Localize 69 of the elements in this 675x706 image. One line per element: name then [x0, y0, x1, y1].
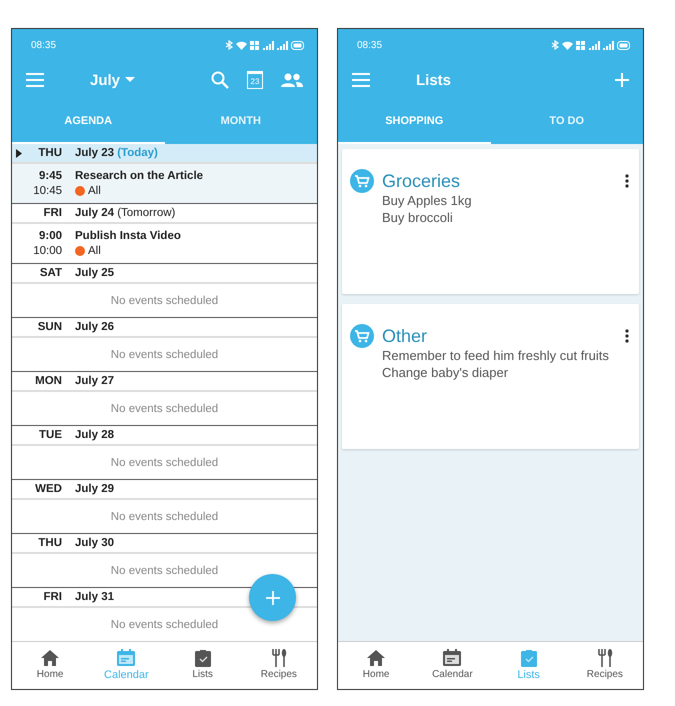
empty-message: No events scheduled [110, 510, 220, 524]
empty-message: No events scheduled [110, 348, 220, 362]
pointer-icon [16, 149, 22, 158]
empty-message: No events scheduled [110, 564, 220, 578]
nav-item[interactable]: Home [338, 642, 414, 689]
list-card[interactable]: Groceries Buy Apples 1kg Buy broccoli [342, 149, 639, 294]
signal-icon [263, 40, 274, 50]
bluetooth-icon [551, 40, 559, 50]
people-icon[interactable] [281, 73, 303, 87]
screen-title: Lists [416, 72, 452, 88]
event-end-time: 10:00 [33, 245, 62, 257]
event-row[interactable]: 9:00 10:00 Publish Insta Video All [12, 224, 317, 263]
empty-message: No events scheduled [110, 456, 220, 470]
calendar-icon [441, 648, 464, 668]
nav-item[interactable]: Recipes [240, 642, 317, 689]
empty-message: No events scheduled [110, 294, 220, 308]
plus-icon [266, 590, 280, 604]
list-item: Remember to feed him freshly cut fruits [382, 348, 610, 363]
signal-icon [603, 40, 614, 50]
add-event-button[interactable] [249, 574, 296, 621]
empty-message: No events scheduled [110, 402, 220, 416]
day-header[interactable]: FRI July 24 (Tomorrow) [12, 204, 317, 224]
calendar-icon [115, 648, 138, 668]
nav-item[interactable]: Recipes [566, 642, 643, 689]
day-header[interactable]: WED July 29 [12, 480, 317, 500]
list-title: Other [382, 326, 428, 346]
menu-icon[interactable] [352, 73, 370, 87]
list-item: Change baby's diaper [382, 365, 510, 380]
more-icon[interactable] [625, 329, 629, 343]
search-icon[interactable] [211, 71, 229, 89]
menu-icon[interactable] [26, 73, 44, 87]
nav-item[interactable]: Calendar [414, 642, 490, 689]
status-time: 08:35 [31, 40, 56, 50]
day-header[interactable]: TUE July 28 [12, 426, 317, 446]
home-icon [39, 648, 62, 668]
signal-icon [589, 40, 600, 50]
more-icon[interactable] [625, 174, 629, 188]
bluetooth-icon [225, 40, 233, 50]
battery-icon [617, 40, 631, 50]
signal-icon [277, 40, 288, 50]
event-title: Publish Insta Video [75, 230, 181, 242]
event-end-time: 10:45 [33, 185, 62, 197]
day-header[interactable]: THU July 30 [12, 534, 317, 554]
battery-icon [291, 40, 305, 50]
nav-item[interactable]: Lists [164, 642, 241, 689]
list-item: Buy broccoli [382, 210, 454, 225]
event-row[interactable]: 9:45 10:45 Research on the Article All [12, 164, 317, 203]
calendar-name: All [88, 185, 101, 197]
day-header[interactable]: SAT July 25 [12, 264, 317, 284]
list-item: Buy Apples 1kg [382, 193, 473, 208]
day-header[interactable]: SUN July 26 [12, 318, 317, 338]
empty-message: No events scheduled [110, 618, 220, 632]
event-start-time: 9:45 [38, 170, 62, 182]
caret-icon [125, 77, 136, 83]
status-time: 08:35 [357, 40, 382, 50]
day-header[interactable]: THU July 23 (Today) [12, 144, 317, 164]
wifi-icon [236, 40, 247, 50]
add-icon[interactable] [615, 73, 629, 87]
cart-icon [350, 169, 374, 193]
list-card[interactable]: Other Remember to feed him freshly cut fruits Change baby's diaper [342, 304, 639, 449]
home-icon [365, 648, 388, 668]
cart-icon [350, 324, 374, 348]
event-title: Research on the Article [75, 170, 204, 182]
list-title: Groceries [382, 170, 460, 192]
wifi-icon [562, 40, 573, 50]
calendar-name: All [88, 245, 101, 257]
event-start-time: 9:00 [38, 230, 62, 242]
day-header[interactable]: MON July 27 [12, 372, 317, 392]
nav-item[interactable]: Home [12, 642, 88, 689]
